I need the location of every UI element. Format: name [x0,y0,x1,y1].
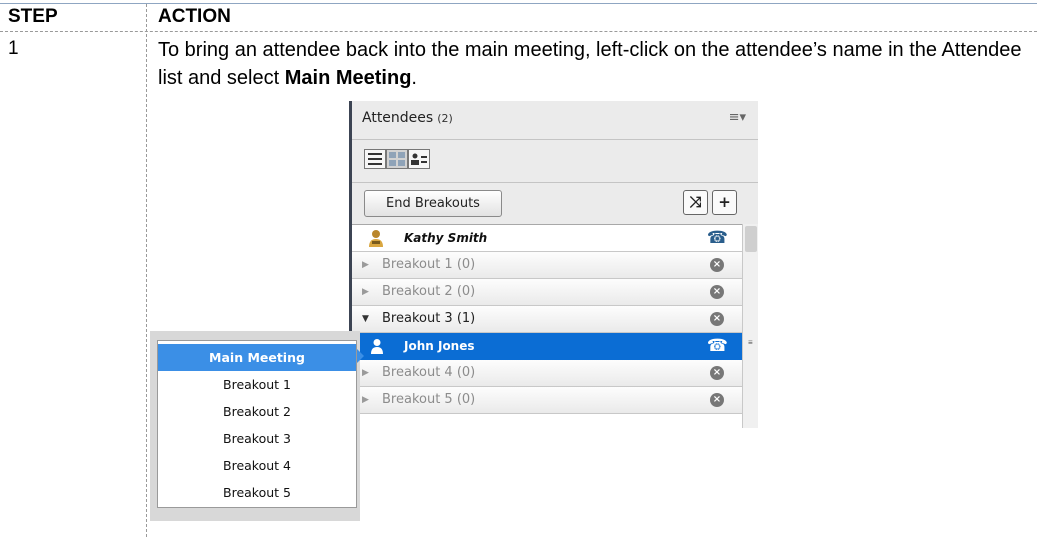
action-column-header: ACTION [158,6,231,27]
attendee-count: (2) [437,112,453,125]
breakout-label: Breakout 5 (0) [382,392,476,407]
scrollbar-thumb[interactable] [745,226,757,252]
close-room-icon[interactable]: × [710,366,724,380]
step-instruction: To bring an attendee back into the main … [158,36,1028,92]
breakout-label: Breakout 4 (0) [382,365,476,380]
phone-icon: ☎ [706,228,728,248]
step-number: 1 [8,38,19,59]
table-column-rule [146,4,147,537]
list-item-host[interactable]: Kathy Smith ☎ [352,225,742,252]
expand-arrow-icon[interactable]: ▶ [362,279,369,305]
attendees-panel: Attendees (2) ≡▾ End Breakouts ⤨ + Kathy … [349,101,758,428]
expand-arrow-icon[interactable]: ▶ [362,360,369,386]
table-header-rule [0,31,1037,32]
collapse-arrow-icon[interactable]: ▼ [362,306,369,332]
breakout-row-2[interactable]: ▶ Breakout 2 (0) × [352,279,742,306]
breakout-label: Breakout 1 (0) [382,257,476,272]
end-breakouts-button[interactable]: End Breakouts [364,190,502,217]
menu-item-main-meeting[interactable]: Main Meeting [158,344,356,371]
submenu-pointer-icon [357,349,364,363]
close-room-icon[interactable]: × [710,312,724,326]
list-view-icon[interactable] [364,149,386,169]
move-to-menu: Main Meeting Breakout 1 Breakout 2 Break… [157,340,357,508]
host-name: Kathy Smith [404,231,488,245]
menu-item-breakout-2[interactable]: Breakout 2 [158,398,356,425]
resize-grip-icon[interactable]: ≡ [748,338,753,347]
close-room-icon[interactable]: × [710,258,724,272]
instruction-bold-term: Main Meeting [284,67,412,89]
panel-title: Attendees (2) [362,110,453,126]
phone-icon: ☎ [706,336,728,356]
shuffle-icon[interactable]: ⤨ [683,190,708,215]
breakout-row-1[interactable]: ▶ Breakout 1 (0) × [352,252,742,279]
list-scrollbar[interactable] [742,224,758,428]
menu-item-breakout-1[interactable]: Breakout 1 [158,371,356,398]
close-room-icon[interactable]: × [710,285,724,299]
breakout-row-4[interactable]: ▶ Breakout 4 (0) × [352,360,742,387]
menu-item-breakout-5[interactable]: Breakout 5 [158,479,356,506]
presenter-view-icon[interactable] [408,149,430,169]
step-column-header: STEP [8,6,58,27]
panel-divider [352,182,758,183]
breakout-row-5[interactable]: ▶ Breakout 5 (0) × [352,387,742,414]
expand-arrow-icon[interactable]: ▶ [362,387,369,413]
attendee-name: John Jones [404,339,475,353]
expand-arrow-icon[interactable]: ▶ [362,252,369,278]
host-user-icon [369,230,383,247]
table-top-rule [0,3,1037,4]
panel-menu-icon[interactable]: ≡▾ [729,110,746,125]
panel-title-label: Attendees [362,110,434,126]
instruction-period: . [411,67,417,89]
menu-item-breakout-3[interactable]: Breakout 3 [158,425,356,452]
attendee-row-selected[interactable]: John Jones ☎ [352,333,742,360]
breakout-label: Breakout 2 (0) [382,284,476,299]
menu-item-breakout-4[interactable]: Breakout 4 [158,452,356,479]
breakout-row-3[interactable]: ▼ Breakout 3 (1) × [352,306,742,333]
breakout-view-icon[interactable] [386,149,408,169]
panel-divider [352,139,758,140]
add-room-icon[interactable]: + [712,190,737,215]
close-room-icon[interactable]: × [710,393,724,407]
user-icon [371,339,383,354]
breakout-label: Breakout 3 (1) [382,311,476,326]
attendee-list: Kathy Smith ☎ ▶ Breakout 1 (0) × ▶ Break… [352,224,742,428]
